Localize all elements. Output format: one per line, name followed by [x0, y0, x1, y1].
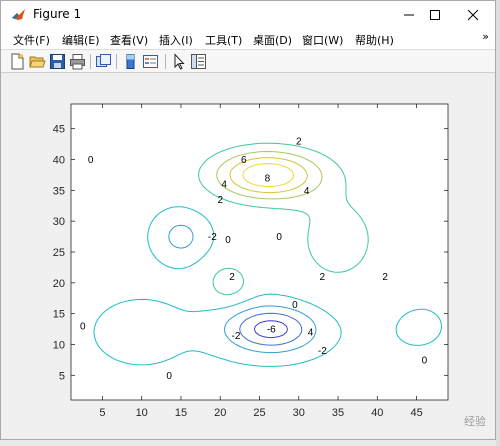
x-tick-label: 10 [136, 407, 148, 419]
contour-label: 2 [217, 195, 223, 206]
title-bar[interactable]: Figure 1 [1, 1, 495, 29]
x-tick-label: 40 [371, 407, 383, 419]
y-tick-label: 30 [53, 216, 65, 228]
contour-label: 2 [296, 137, 302, 148]
menu-window[interactable]: 窗口(W) [302, 32, 343, 48]
save-icon[interactable] [49, 53, 66, 70]
watermark-text: 经验 [464, 415, 486, 428]
contour-label: 2 [320, 272, 326, 283]
x-tick-label: 5 [99, 407, 105, 419]
y-tick-label: 10 [53, 340, 65, 352]
new-figure-icon[interactable] [9, 53, 26, 70]
y-tick-label: 20 [53, 278, 65, 290]
x-tick-label: 35 [332, 407, 344, 419]
menu-edit[interactable]: 编辑(E) [62, 32, 100, 48]
menu-help[interactable]: 帮助(H) [355, 32, 394, 48]
contour-label: -6 [267, 325, 276, 336]
x-tick-label: 20 [214, 407, 226, 419]
contour-label: -2 [208, 232, 217, 243]
menu-file[interactable]: 文件(F) [13, 32, 50, 48]
contour-label: 4 [221, 180, 227, 191]
figure-window: Figure 1 文件(F) 编辑(E) 查看(V) 插入(I) 工具(T) 桌… [0, 0, 496, 440]
contour-plot[interactable]: 00268424-2 0 02 2 20-6-2 4-2005 10 15 20 25 30 35 40… [2, 73, 494, 439]
link-plot-icon[interactable] [95, 53, 112, 70]
contour-label: 0 [88, 155, 94, 166]
close-icon [467, 9, 479, 21]
x-tick-label: 15 [175, 407, 187, 419]
maximize-button[interactable] [415, 1, 455, 29]
y-tick-label: 15 [53, 309, 65, 321]
toolbar-separator [90, 54, 91, 69]
toolbar-separator [116, 54, 117, 69]
colorbar-icon[interactable] [122, 53, 139, 70]
contour-label: 0 [166, 371, 172, 382]
contour-label: 0 [422, 355, 428, 366]
menu-view[interactable]: 查看(V) [110, 32, 148, 48]
legend-icon[interactable] [142, 53, 159, 70]
maximize-icon [430, 10, 440, 20]
contour-label: 0 [276, 232, 282, 243]
menu-overflow-button[interactable]: » [482, 30, 489, 43]
menu-bar: 文件(F) 编辑(E) 查看(V) 插入(I) 工具(T) 桌面(D) 窗口(W… [1, 29, 495, 49]
pointer-icon[interactable] [170, 53, 187, 70]
x-tick-label: 30 [293, 407, 305, 419]
contour-label: 6 [241, 155, 247, 166]
contour-label: 0 [80, 322, 86, 333]
axes-box [70, 103, 449, 401]
contour-label: -2 [231, 331, 240, 342]
menu-insert[interactable]: 插入(I) [159, 32, 193, 48]
minimize-icon [404, 14, 414, 16]
contour-label: 8 [265, 174, 271, 185]
figure-toolbar [1, 49, 495, 73]
print-icon[interactable] [69, 53, 86, 70]
y-tick-label: 25 [53, 247, 65, 259]
close-button[interactable] [453, 1, 493, 29]
x-tick-label: 25 [253, 407, 265, 419]
background-strip [496, 0, 500, 446]
figure-canvas[interactable]: 0 0 2 6 8 4 2 4 -2 0 0 2 2 2 0 -6 -2 4 -2 0 0 5 10 15 20 25 30 35 40… [2, 73, 494, 439]
contour-label: 0 [292, 300, 298, 311]
y-tick-label: 5 [59, 370, 65, 382]
x-tick-label: 45 [410, 407, 422, 419]
window-title: Figure 1 [33, 7, 82, 21]
menu-desktop[interactable]: 桌面(D) [253, 32, 292, 48]
y-tick-label: 45 [53, 124, 65, 136]
y-tick-label: 35 [53, 185, 65, 197]
y-tick-label: 40 [53, 155, 65, 167]
contour-label: 2 [382, 272, 388, 283]
open-file-icon[interactable] [29, 53, 46, 70]
contour-label: 4 [308, 328, 314, 339]
toolbar-separator [165, 54, 166, 69]
property-inspector-icon[interactable] [190, 53, 207, 70]
matlab-logo-icon [11, 7, 26, 22]
contour-label: 4 [304, 186, 310, 197]
menu-tools[interactable]: 工具(T) [205, 32, 242, 48]
contour-label: -2 [318, 346, 327, 357]
contour-label: 0 [225, 235, 231, 246]
contour-label: 2 [229, 272, 235, 283]
